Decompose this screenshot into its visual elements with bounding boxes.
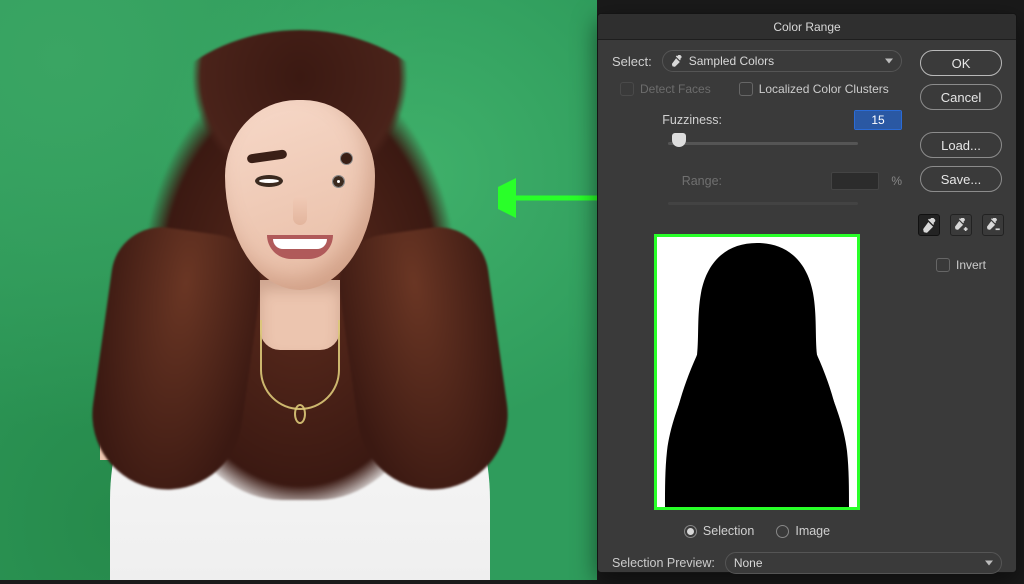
invert-label: Invert bbox=[956, 258, 986, 272]
eyedropper-subtract-tool[interactable] bbox=[982, 214, 1004, 236]
selection-preview-value: None bbox=[734, 556, 763, 570]
radio-on-icon bbox=[684, 525, 697, 538]
range-unit: % bbox=[891, 174, 902, 188]
range-label: Range: bbox=[612, 174, 722, 188]
range-input bbox=[831, 172, 879, 190]
save-button[interactable]: Save... bbox=[920, 166, 1002, 192]
eyedropper-icon bbox=[671, 55, 683, 67]
localized-clusters-label: Localized Color Clusters bbox=[759, 82, 889, 96]
radio-off-icon bbox=[776, 525, 789, 538]
select-dropdown[interactable]: Sampled Colors bbox=[662, 50, 902, 72]
eyedropper-tool[interactable] bbox=[918, 214, 940, 236]
detect-faces-label: Detect Faces bbox=[640, 82, 711, 96]
localized-clusters-checkbox[interactable]: Localized Color Clusters bbox=[739, 82, 889, 96]
ok-button[interactable]: OK bbox=[920, 50, 1002, 76]
load-button[interactable]: Load... bbox=[920, 132, 1002, 158]
eyedropper-add-tool[interactable] bbox=[950, 214, 972, 236]
fuzziness-input[interactable] bbox=[854, 110, 902, 130]
subject-figure bbox=[50, 20, 550, 580]
selection-preview-label: Selection Preview: bbox=[612, 556, 715, 570]
range-slider bbox=[668, 192, 858, 212]
dialog-title[interactable]: Color Range bbox=[598, 14, 1016, 40]
cancel-button[interactable]: Cancel bbox=[920, 84, 1002, 110]
selection-preview-dropdown[interactable]: None bbox=[725, 552, 1002, 574]
fuzziness-label: Fuzziness: bbox=[612, 113, 722, 127]
fuzziness-slider[interactable] bbox=[668, 132, 858, 152]
invert-checkbox[interactable]: Invert bbox=[936, 258, 986, 272]
color-range-dialog: Color Range Select: Sampled Colors Detec… bbox=[597, 13, 1017, 573]
editor-canvas[interactable] bbox=[0, 0, 597, 580]
select-label: Select: bbox=[612, 54, 652, 69]
preview-mode-selection-radio[interactable]: Selection bbox=[684, 524, 754, 538]
select-value: Sampled Colors bbox=[689, 54, 774, 68]
preview-mode-image-radio[interactable]: Image bbox=[776, 524, 830, 538]
selection-preview-thumbnail[interactable] bbox=[654, 234, 860, 510]
detect-faces-checkbox: Detect Faces bbox=[620, 82, 711, 96]
